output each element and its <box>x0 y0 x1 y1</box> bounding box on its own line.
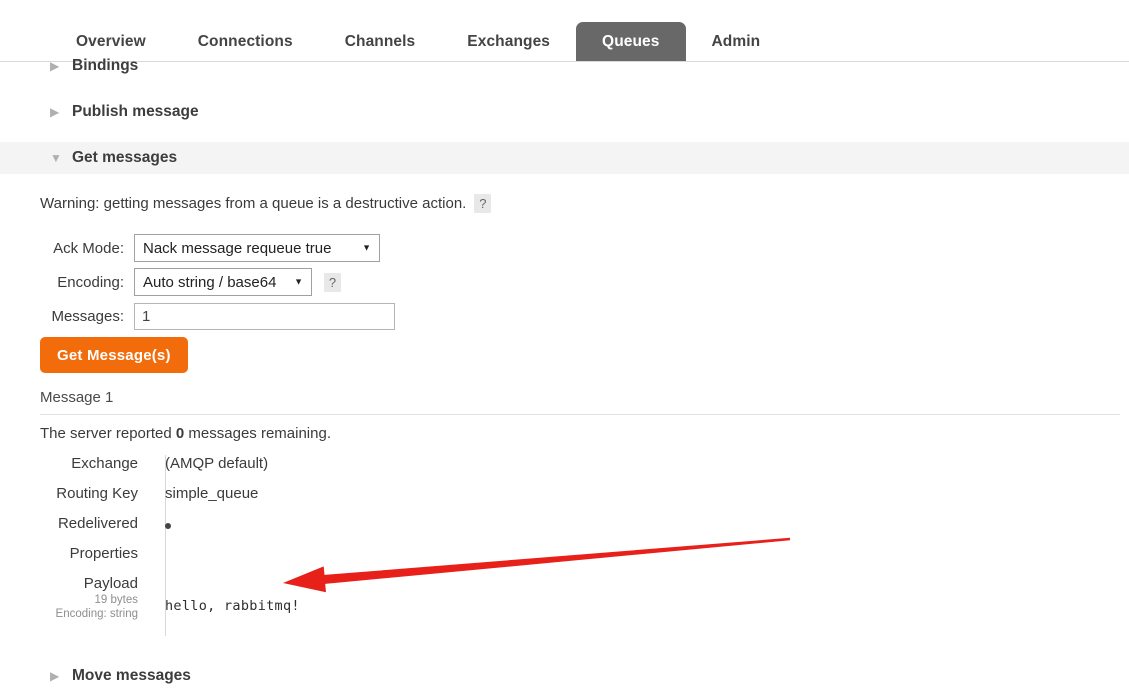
warning-help-icon[interactable]: ? <box>474 194 492 213</box>
payload-size: 19 bytes <box>94 593 138 606</box>
message-heading: Message 1 <box>40 389 114 406</box>
section-move-messages[interactable]: ▶ Move messages <box>0 660 1129 692</box>
server-report-text: The server reported 0 messages remaining… <box>40 425 331 442</box>
table-row: Exchange (AMQP default) <box>40 455 740 485</box>
form-row-encoding: Encoding: Auto string / base64 ▼ ? <box>40 266 600 298</box>
message-heading-divider <box>40 414 1120 415</box>
section-bindings[interactable]: ▶ Bindings <box>0 50 1129 82</box>
ack-mode-label: Ack Mode: <box>53 239 124 257</box>
payload-label: Payload <box>83 575 138 592</box>
encoding-help-icon[interactable]: ? <box>324 272 341 292</box>
chevron-right-icon: ▶ <box>50 59 60 73</box>
server-report-suffix: messages remaining. <box>184 425 331 442</box>
get-messages-form: Ack Mode: Nack message requeue true ▼ En… <box>40 232 600 334</box>
message-details-table: Exchange (AMQP default) Routing Key simp… <box>40 455 740 655</box>
chevron-down-icon: ▼ <box>362 242 371 253</box>
form-row-ack-mode: Ack Mode: Nack message requeue true ▼ <box>40 232 600 264</box>
chevron-down-icon: ▼ <box>294 276 303 287</box>
encoding-label: Encoding: <box>57 273 124 291</box>
table-row: Routing Key simple_queue <box>40 485 740 515</box>
row-key-redelivered: Redelivered <box>57 515 138 532</box>
destructive-action-warning: Warning: getting messages from a queue i… <box>40 194 492 213</box>
bullet-dot-icon <box>165 523 171 529</box>
messages-count-label: Messages: <box>51 307 124 325</box>
row-value-exchange: (AMQP default) <box>165 455 269 472</box>
row-value-payload: hello, rabbitmq! <box>165 598 300 614</box>
table-row: Payload 19 bytes Encoding: string hello,… <box>40 575 740 655</box>
encoding-value: Auto string / base64 <box>143 273 277 291</box>
section-publish-message[interactable]: ▶ Publish message <box>0 96 1129 128</box>
form-row-messages: Messages: <box>40 300 600 332</box>
section-get-label: Get messages <box>72 149 178 166</box>
chevron-right-icon: ▶ <box>50 669 60 683</box>
server-report-count: 0 <box>175 425 185 442</box>
payload-encoding: Encoding: string <box>55 608 138 621</box>
table-row: Redelivered <box>40 515 740 545</box>
section-get-messages[interactable]: ▼ Get messages <box>0 142 1129 174</box>
section-publish-label: Publish message <box>72 103 199 120</box>
warning-text: Warning: getting messages from a queue i… <box>40 195 467 212</box>
chevron-right-icon: ▶ <box>50 105 60 119</box>
row-value-redelivered <box>152 515 740 533</box>
table-row: Properties <box>40 545 740 575</box>
section-bindings-label: Bindings <box>72 57 139 74</box>
ack-mode-select[interactable]: Nack message requeue true ▼ <box>134 234 380 262</box>
chevron-down-icon: ▼ <box>50 151 62 165</box>
get-messages-button[interactable]: Get Message(s) <box>40 337 188 373</box>
row-key-routing-key: Routing Key <box>56 485 138 502</box>
encoding-select[interactable]: Auto string / base64 ▼ <box>134 268 312 296</box>
ack-mode-value: Nack message requeue true <box>143 239 332 257</box>
section-move-label: Move messages <box>72 667 191 684</box>
server-report-prefix: The server reported <box>40 425 176 442</box>
row-value-routing-key: simple_queue <box>165 485 259 502</box>
row-key-properties: Properties <box>69 545 138 562</box>
messages-count-input[interactable] <box>134 302 395 330</box>
row-key-exchange: Exchange <box>71 455 138 472</box>
row-key-payload: Payload 19 bytes Encoding: string <box>40 575 152 622</box>
